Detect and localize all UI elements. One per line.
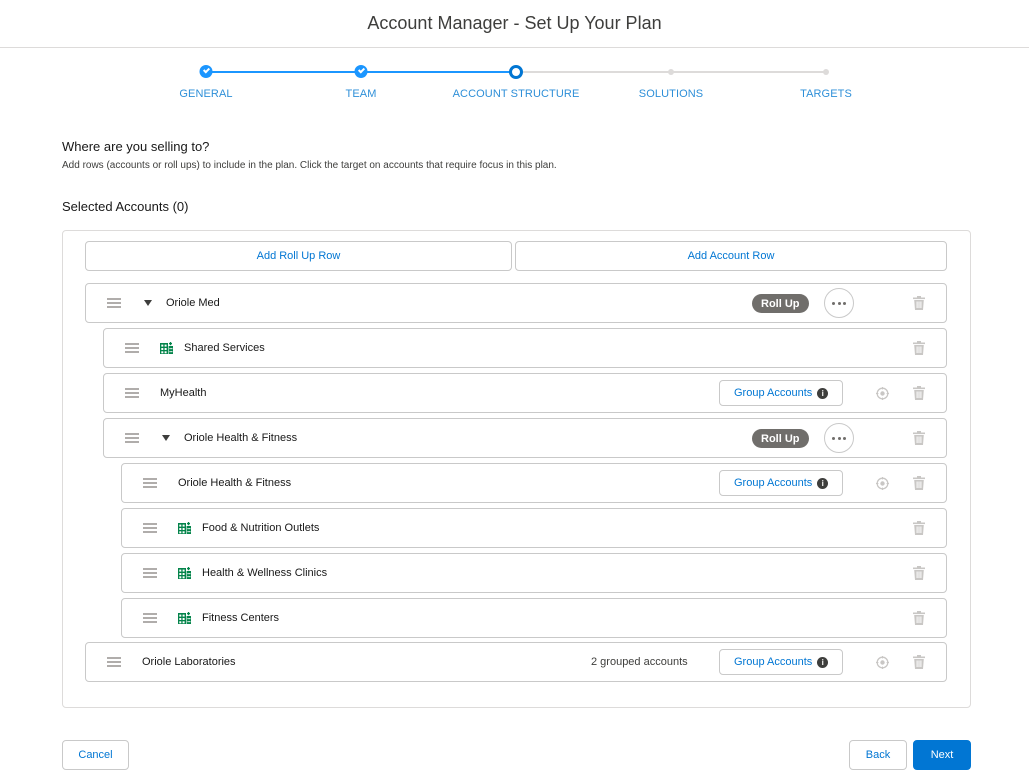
- step-account-structure-dot[interactable]: [509, 65, 523, 79]
- target-icon[interactable]: [876, 477, 889, 490]
- page-title: Account Manager - Set Up Your Plan: [367, 13, 662, 33]
- step-targets-dot[interactable]: [823, 69, 829, 75]
- cancel-button[interactable]: Cancel: [62, 740, 129, 770]
- drag-handle-icon[interactable]: [125, 343, 139, 353]
- step-general-dot[interactable]: [199, 65, 213, 78]
- drag-handle-icon[interactable]: [143, 568, 157, 578]
- step-account-structure-label: ACCOUNT STRUCTURE: [452, 88, 580, 100]
- account-group-row-shared-services[interactable]: Shared Services: [103, 328, 947, 368]
- step-general-label: GENERAL: [179, 88, 233, 100]
- drag-handle-icon[interactable]: [143, 478, 157, 488]
- row-label: Oriole Health & Fitness: [178, 477, 292, 489]
- trash-icon[interactable]: [913, 386, 925, 400]
- trash-icon[interactable]: [913, 296, 925, 310]
- rollup-row-oriole-health-fitness[interactable]: Oriole Health & Fitness Roll Up: [103, 418, 947, 458]
- account-row-oriole-health-fitness[interactable]: Oriole Health & Fitness Group Accounts i: [121, 463, 947, 503]
- trash-icon[interactable]: [913, 341, 925, 355]
- back-button[interactable]: Back: [849, 740, 907, 770]
- more-actions-button[interactable]: [824, 423, 854, 453]
- progress-indicator: GENERAL TEAM ACCOUNT STRUCTURE SOLUTIONS…: [0, 65, 1029, 105]
- rollup-row-oriole-med[interactable]: Oriole Med Roll Up: [85, 283, 947, 323]
- group-accounts-label: Group Accounts: [734, 656, 813, 668]
- account-row-myhealth[interactable]: MyHealth Group Accounts i: [103, 373, 947, 413]
- row-label: Oriole Laboratories: [142, 656, 236, 668]
- account-group-row-fitness-centers[interactable]: Fitness Centers: [121, 598, 947, 638]
- step-targets-label: TARGETS: [800, 88, 852, 100]
- add-account-row-button[interactable]: Add Account Row: [515, 241, 947, 271]
- account-group-icon: [178, 522, 191, 534]
- group-accounts-button[interactable]: Group Accounts i: [719, 649, 844, 675]
- row-label: Food & Nutrition Outlets: [202, 522, 320, 534]
- drag-handle-icon[interactable]: [107, 298, 121, 308]
- drag-handle-icon[interactable]: [125, 433, 139, 443]
- group-accounts-label: Group Accounts: [734, 477, 813, 489]
- drag-handle-icon[interactable]: [143, 523, 157, 533]
- group-accounts-button[interactable]: Group Accounts i: [719, 380, 844, 406]
- trash-icon[interactable]: [913, 655, 925, 669]
- grouped-accounts-count: 2 grouped accounts: [591, 656, 688, 668]
- row-label: MyHealth: [160, 387, 207, 399]
- trash-icon[interactable]: [913, 521, 925, 535]
- info-icon: i: [817, 656, 829, 668]
- trash-icon[interactable]: [913, 566, 925, 580]
- step-solutions-label: SOLUTIONS: [638, 88, 704, 100]
- row-label: Fitness Centers: [202, 612, 280, 624]
- drag-handle-icon[interactable]: [107, 657, 121, 667]
- roll-up-badge: Roll Up: [752, 429, 809, 448]
- step-solutions-dot[interactable]: [668, 69, 674, 75]
- trash-icon[interactable]: [913, 476, 925, 490]
- selected-accounts-title: Selected Accounts (0): [62, 199, 189, 214]
- drag-handle-icon[interactable]: [143, 613, 157, 623]
- account-group-icon: [160, 342, 173, 354]
- drag-handle-icon[interactable]: [125, 388, 139, 398]
- roll-up-badge: Roll Up: [752, 294, 809, 313]
- account-group-row-food-nutrition[interactable]: Food & Nutrition Outlets: [121, 508, 947, 548]
- info-icon: i: [817, 477, 829, 489]
- row-label: Shared Services: [184, 342, 265, 354]
- collapse-caret-icon[interactable]: [144, 300, 152, 306]
- row-label: Health & Wellness Clinics: [202, 567, 328, 579]
- account-group-icon: [178, 567, 191, 579]
- row-label: Oriole Med: [166, 297, 220, 309]
- group-accounts-button[interactable]: Group Accounts i: [719, 470, 844, 496]
- target-icon[interactable]: [876, 387, 889, 400]
- section-description: Add rows (accounts or roll ups) to inclu…: [62, 160, 557, 171]
- row-label: Oriole Health & Fitness: [184, 432, 298, 444]
- collapse-caret-icon[interactable]: [162, 435, 170, 441]
- trash-icon[interactable]: [913, 611, 925, 625]
- account-group-row-health-wellness[interactable]: Health & Wellness Clinics: [121, 553, 947, 593]
- page-header: Account Manager - Set Up Your Plan: [0, 0, 1029, 48]
- account-group-icon: [178, 612, 191, 624]
- step-team-label: TEAM: [345, 88, 377, 100]
- add-roll-up-row-button[interactable]: Add Roll Up Row: [85, 241, 512, 271]
- info-icon: i: [817, 387, 829, 399]
- group-accounts-label: Group Accounts: [734, 387, 813, 399]
- step-team-dot[interactable]: [354, 65, 368, 78]
- target-icon[interactable]: [876, 656, 889, 669]
- section-title: Where are you selling to?: [62, 139, 210, 154]
- more-actions-button[interactable]: [824, 288, 854, 318]
- trash-icon[interactable]: [913, 431, 925, 445]
- account-row-oriole-laboratories[interactable]: Oriole Laboratories 2 grouped accounts G…: [85, 642, 947, 682]
- next-button[interactable]: Next: [913, 740, 971, 770]
